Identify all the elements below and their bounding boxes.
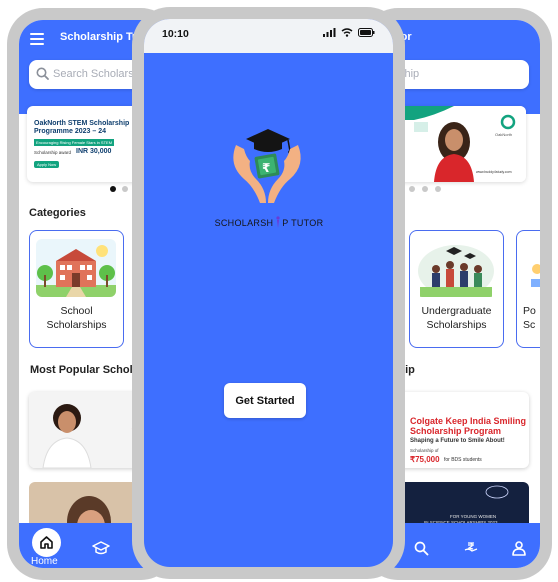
category-label-line1: Undergraduate: [421, 305, 492, 317]
carousel-dot[interactable]: [435, 186, 441, 192]
popular-heading: Most Popular Schola: [30, 364, 139, 376]
search-placeholder: Search Scholars: [53, 68, 134, 80]
app-title: Scholarship Tut: [60, 31, 143, 43]
banner-logo-text: OakNorth: [495, 132, 513, 137]
graduation-illustration: [416, 239, 496, 297]
category-card-undergraduate[interactable]: Undergraduate Scholarships: [409, 230, 504, 348]
menu-icon[interactable]: [30, 33, 44, 45]
scholarship-tutor-logo: ₹: [233, 129, 301, 203]
category-label-line1: School: [60, 305, 93, 317]
search-icon[interactable]: [414, 541, 429, 556]
logo-text: SCHOLARSH P TUTOR: [204, 216, 334, 228]
card-subtitle: Shaping a Future to Smile About!: [410, 438, 505, 444]
banner-title-1: OakNorth STEM Scholarship: [34, 120, 130, 127]
category-label-line2: Scholarships: [46, 319, 107, 331]
decorative-swirl-icon: [485, 485, 509, 499]
wifi-icon: [341, 28, 353, 37]
categories-heading: Categories: [29, 207, 86, 219]
rupee-hand-icon[interactable]: [463, 540, 479, 556]
nav-home[interactable]: [32, 528, 61, 557]
status-icons: [323, 28, 375, 37]
search-icon: [36, 67, 49, 80]
nav-home-label: Home: [31, 556, 58, 567]
svg-text:₹: ₹: [262, 161, 270, 175]
banner-title-2: Programme 2023 – 24: [34, 128, 106, 135]
card-title-2: Scholarship Program: [410, 426, 502, 436]
category-label-line1: Po: [523, 305, 536, 317]
carousel-dot[interactable]: [422, 186, 428, 192]
school-illustration: [36, 239, 116, 297]
category-label: School Scholarships: [32, 304, 121, 332]
postgraduate-illustration: [523, 239, 540, 297]
signal-icon: [323, 28, 336, 37]
card-amount-label: Scholarship of: [410, 448, 439, 453]
category-card-school[interactable]: School Scholarships: [29, 230, 124, 348]
apply-now-button[interactable]: Apply Now: [34, 161, 60, 168]
category-label-line2: Sc: [523, 319, 536, 331]
card-title-1: Colgate Keep India Smiling: [410, 416, 527, 426]
carousel-dot-active[interactable]: [110, 186, 116, 192]
profile-icon[interactable]: [512, 541, 526, 556]
category-label-line2: Scholarships: [426, 319, 487, 331]
status-bar: 10:10: [144, 19, 393, 53]
status-time: 10:10: [162, 28, 189, 40]
home-icon: [40, 536, 53, 549]
get-started-button[interactable]: Get Started: [224, 383, 306, 418]
card-amount-value: ₹75,000: [410, 455, 440, 464]
carousel-dot[interactable]: [122, 186, 128, 192]
logo-text-right: P TUTOR: [282, 218, 324, 228]
category-card-postgraduate[interactable]: Po Sc: [516, 230, 540, 348]
logo-text-left: SCHOLARSH: [214, 218, 274, 228]
banner-apply-text: www.buddy4study.com: [476, 170, 512, 174]
banner-award-label: Scholarship award: [34, 150, 72, 155]
banner-award-value: INR 30,000: [76, 148, 112, 155]
battery-icon: [358, 28, 375, 37]
category-label-postgraduate: Po Sc: [523, 304, 540, 332]
graduation-cap-icon[interactable]: [92, 541, 110, 555]
carousel-dot[interactable]: [409, 186, 415, 192]
category-label-undergraduate: Undergraduate Scholarships: [412, 304, 501, 332]
splash-screen: 10:10 ₹ SCHOLARSH P TUTOR Get Started: [144, 19, 393, 567]
card-amount-note: for BDS students: [444, 457, 482, 463]
banner-tagline: Encouraging Rising Female Stars in STEM: [34, 139, 115, 146]
card2-line1: FOR YOUNG WOMEN: [450, 514, 497, 519]
